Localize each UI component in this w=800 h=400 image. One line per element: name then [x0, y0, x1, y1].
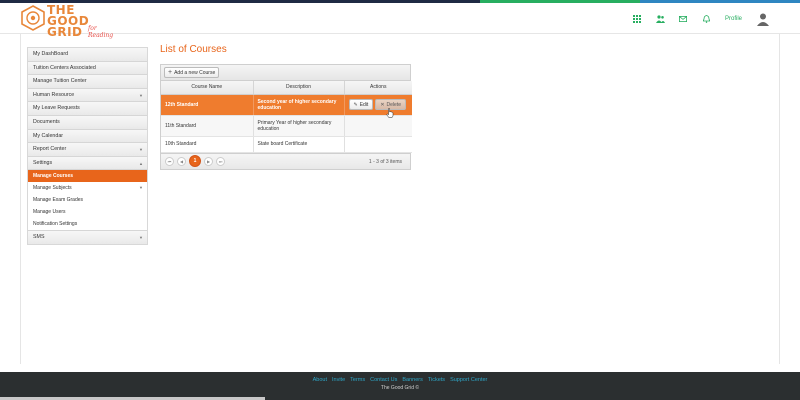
footer-link-contact-us[interactable]: Contact Us: [370, 377, 397, 383]
sidebar-item-label: Manage Tuition Center: [33, 78, 87, 85]
sidebar-item-label: Documents: [33, 118, 60, 125]
edit-button[interactable]: ✎ Edit: [348, 99, 374, 110]
grid-toolbar: + Add a new Course: [161, 65, 410, 81]
footer-link-terms[interactable]: Terms: [350, 377, 365, 383]
delete-label: Delete: [386, 101, 401, 108]
logo-badge-icon: [21, 5, 45, 31]
cell-actions: ✎ Edit ✕ Delete: [344, 94, 412, 116]
sidebar-item-my-leave-requests[interactable]: My Leave Requests: [28, 102, 147, 116]
sidebar-item-settings[interactable]: Settings ▲: [28, 156, 147, 171]
table-row[interactable]: 11th Standard Primary Year of higher sec…: [161, 115, 412, 137]
page-title: List of Courses: [160, 44, 227, 55]
cell-course-name: 11th Standard: [161, 115, 254, 137]
pencil-icon: ✎: [353, 101, 358, 108]
pager-page-button[interactable]: 1: [189, 155, 201, 167]
footer-copyright: The Good Grid ©: [380, 385, 420, 391]
logo-text-line1: THE GOOD: [47, 3, 90, 28]
column-header-actions: Actions: [344, 81, 412, 95]
cell-description: Second year of higher secondary educatio…: [253, 94, 345, 116]
footer: About Invite Terms Contact Us Banners Ti…: [0, 372, 800, 400]
sidebar-item-human-resource[interactable]: Human Resource ▼: [28, 88, 147, 103]
pager: ⏮ ◀ 1 ▶ ⏭ 1 - 3 of 3 items: [161, 152, 410, 169]
sidebar-item-dashboard[interactable]: My DashBoard: [28, 48, 147, 62]
row-actions: ✎ Edit ✕ Delete: [348, 99, 409, 110]
sidebar: My DashBoard Tuition Centers Associated …: [27, 47, 148, 245]
sidebar-item-label: SMS: [33, 234, 45, 241]
sidebar-item-label: My Leave Requests: [33, 105, 80, 112]
footer-link-tickets[interactable]: Tickets: [428, 377, 445, 383]
sidebar-item-label: Settings: [33, 159, 53, 166]
courses-table: Course Name Description Actions 12th Sta…: [161, 81, 412, 153]
pager-next-button[interactable]: ▶: [204, 156, 213, 166]
chevron-down-icon: ▼: [139, 147, 143, 153]
cell-description: Primary Year of higher secondary educati…: [253, 115, 345, 137]
logo[interactable]: THE GOOD GRID for Reading: [20, 3, 120, 39]
table-row[interactable]: 10th Standard State board Certificate: [161, 136, 412, 153]
profile-link[interactable]: Profile: [725, 16, 742, 22]
table-header-row: Course Name Description Actions: [161, 81, 412, 95]
cell-description: State board Certificate: [253, 136, 345, 153]
bell-icon[interactable]: [702, 15, 711, 24]
sidebar-item-label: Tuition Centers Associated: [33, 64, 96, 71]
sidebar-item-tuition-centers-associated[interactable]: Tuition Centers Associated: [28, 61, 147, 76]
cell-course-name: 10th Standard: [161, 136, 254, 153]
sidebar-subitem-manage-subjects[interactable]: Manage Subjects ▼: [28, 182, 147, 195]
cell-actions: [344, 115, 412, 137]
sidebar-item-report-center[interactable]: Report Center ▼: [28, 143, 147, 157]
users-icon[interactable]: [655, 15, 665, 24]
sidebar-item-label: Report Center: [33, 146, 67, 153]
sidebar-subitem-label: Notification Settings: [33, 221, 78, 228]
sidebar-subitem-notification-settings[interactable]: Notification Settings: [28, 218, 147, 231]
chevron-up-icon: ▲: [139, 160, 143, 166]
footer-links: About Invite Terms Contact Us Banners Ti…: [0, 372, 800, 383]
chevron-down-icon: ▼: [139, 92, 143, 98]
chevron-down-icon: ▼: [139, 235, 143, 241]
avatar[interactable]: [756, 12, 770, 26]
pager-prev-button[interactable]: ◀: [177, 156, 186, 166]
sidebar-item-manage-tuition-center[interactable]: Manage Tuition Center: [28, 75, 147, 89]
footer-link-about[interactable]: About: [313, 377, 327, 383]
sidebar-subitem-manage-users[interactable]: Manage Users: [28, 206, 147, 219]
column-header-course-name[interactable]: Course Name: [161, 81, 254, 95]
page-container: My DashBoard Tuition Centers Associated …: [20, 34, 780, 364]
pager-last-button[interactable]: ⏭: [216, 156, 225, 166]
mail-icon[interactable]: [679, 15, 688, 24]
grid-icon[interactable]: [633, 15, 642, 24]
sidebar-item-sms[interactable]: SMS ▼: [28, 230, 147, 244]
add-course-button[interactable]: + Add a new Course: [164, 67, 220, 78]
sidebar-subitem-label: Manage Subjects: [33, 185, 72, 192]
cell-actions: [344, 136, 412, 153]
column-header-description[interactable]: Description: [253, 81, 345, 95]
pager-first-button[interactable]: ⏮: [165, 156, 174, 166]
sidebar-subitem-label: Manage Courses: [33, 173, 74, 180]
chevron-down-icon: ▼: [139, 185, 143, 191]
edit-label: Edit: [359, 101, 369, 108]
plus-icon: +: [168, 68, 173, 76]
sidebar-item-label: Human Resource: [33, 91, 75, 98]
cell-course-name: 12th Standard: [161, 94, 254, 116]
sidebar-subitem-label: Manage Users: [33, 209, 66, 216]
footer-link-support-center[interactable]: Support Center: [450, 377, 487, 383]
close-icon: ✕: [380, 101, 385, 108]
sidebar-item-label: My DashBoard: [33, 51, 69, 57]
sidebar-item-my-calendar[interactable]: My Calendar: [28, 129, 147, 144]
hand-cursor-icon: [386, 108, 394, 118]
sidebar-subitem-manage-courses[interactable]: Manage Courses: [28, 170, 147, 183]
sidebar-item-documents[interactable]: Documents: [28, 115, 147, 130]
sidebar-subitem-label: Manage Exam Grades: [33, 197, 84, 204]
sidebar-item-label: My Calendar: [33, 132, 64, 139]
footer-link-banners[interactable]: Banners: [402, 377, 423, 383]
courses-grid: + Add a new Course Course Name Descripti…: [160, 64, 412, 170]
pager-info: 1 - 3 of 3 items: [368, 158, 402, 165]
add-course-label: Add a new Course: [174, 69, 216, 76]
table-row[interactable]: 12th Standard Second year of higher seco…: [161, 94, 412, 116]
header: THE GOOD GRID for Reading Profile: [0, 3, 800, 39]
sidebar-subitem-manage-exam-grades[interactable]: Manage Exam Grades: [28, 194, 147, 207]
header-actions: Profile: [633, 12, 770, 26]
footer-link-invite[interactable]: Invite: [332, 377, 345, 383]
